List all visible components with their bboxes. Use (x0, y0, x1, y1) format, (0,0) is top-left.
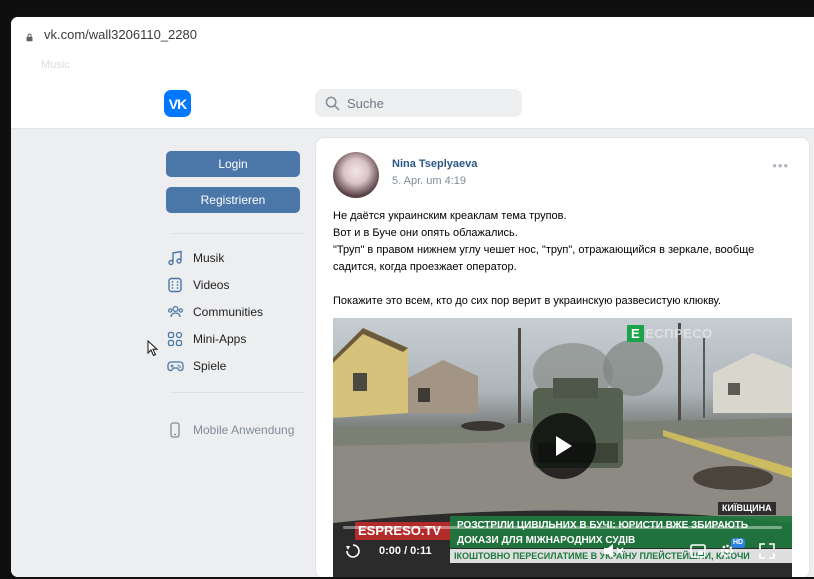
sidebar-item-label: Videos (193, 278, 230, 292)
address-bar[interactable]: vk.com/wall3206110_2280 (11, 17, 814, 51)
music-icon (166, 249, 184, 267)
sidebar-item-mini-apps[interactable]: Mini-Apps (166, 329, 246, 349)
miniplayer-icon[interactable] (690, 543, 706, 559)
channel-name: ESPRESO.TV (355, 522, 453, 540)
sidebar-item-label: Spiele (193, 359, 227, 373)
sidebar-item-label: Mini-Apps (193, 332, 247, 346)
location-tag: КИЇВЩИНА (718, 502, 776, 515)
sidebar-item-label: Communities (193, 305, 264, 319)
channel-badge-text: ЕСПРЕСО (645, 325, 713, 341)
bookmark-item-music[interactable]: Music (41, 59, 70, 71)
post-date[interactable]: 5. Apr. um 4:19 (392, 175, 466, 187)
sidebar-divider (171, 233, 305, 234)
hd-badge: HD (731, 538, 746, 548)
games-icon (166, 357, 184, 375)
mobile-app-label: Mobile Anwendung (193, 423, 295, 437)
volume-icon[interactable] (603, 543, 625, 559)
search-placeholder: Suche (347, 95, 384, 111)
sidebar-item-games[interactable]: Spiele (166, 356, 226, 376)
register-button[interactable]: Registrieren (166, 187, 300, 213)
browser-window: vk.com/wall3206110_2280 Music VK Suche L… (9, 15, 814, 579)
progress-bar[interactable] (343, 526, 782, 529)
search-input[interactable]: Suche (315, 89, 522, 117)
site-header: VK Suche (11, 79, 814, 129)
vk-logo[interactable]: VK (164, 90, 191, 117)
videos-icon (166, 276, 184, 294)
bookmarks-bar: Music (11, 51, 814, 80)
post-paragraph: Покажите это всем, кто до сих пор верит … (333, 295, 722, 307)
lock-icon (26, 33, 33, 41)
mobile-app-link[interactable]: Mobile Anwendung (166, 420, 294, 440)
more-options-icon[interactable]: ••• (772, 158, 789, 173)
video-time: 0:00 / 0:11 (379, 545, 432, 557)
video-controls: 0:00 / 0:11 HD (333, 538, 792, 564)
sidebar-item-label: Musik (193, 251, 225, 265)
search-icon (325, 96, 340, 110)
sidebar-divider (171, 392, 305, 393)
sidebar-item-music[interactable]: Musik (166, 248, 224, 268)
communities-icon (166, 303, 184, 321)
url-text[interactable]: vk.com/wall3206110_2280 (44, 27, 197, 42)
post-paragraph: Не даётся украинским креаклам тема трупо… (333, 210, 755, 273)
replay-icon[interactable] (345, 543, 361, 559)
sidebar-item-communities[interactable]: Communities (166, 302, 263, 322)
sidebar-item-videos[interactable]: Videos (166, 275, 229, 295)
mini-apps-icon (166, 330, 184, 348)
play-button[interactable] (530, 413, 596, 479)
channel-badge-letter: Е (627, 324, 645, 342)
avatar[interactable] (333, 152, 379, 198)
login-button[interactable]: Login (166, 151, 300, 177)
mobile-phone-icon (166, 421, 184, 439)
post-text: Не даётся украинским креаклам тема трупо… (333, 208, 795, 310)
post-author[interactable]: Nina Tseplyaeva (392, 158, 477, 170)
post-card: Nina Tseplyaeva 5. Apr. um 4:19 ••• Не д… (315, 137, 810, 577)
mouse-cursor-icon (147, 340, 159, 357)
play-icon (556, 436, 572, 456)
fullscreen-icon[interactable] (759, 543, 775, 559)
channel-badge: Е ЕСПРЕСО (627, 321, 713, 345)
video-player[interactable]: Е ЕСПРЕСО КИЇВЩИНА ESPRESO.TV РОЗСТРІЛИ … (333, 318, 792, 577)
